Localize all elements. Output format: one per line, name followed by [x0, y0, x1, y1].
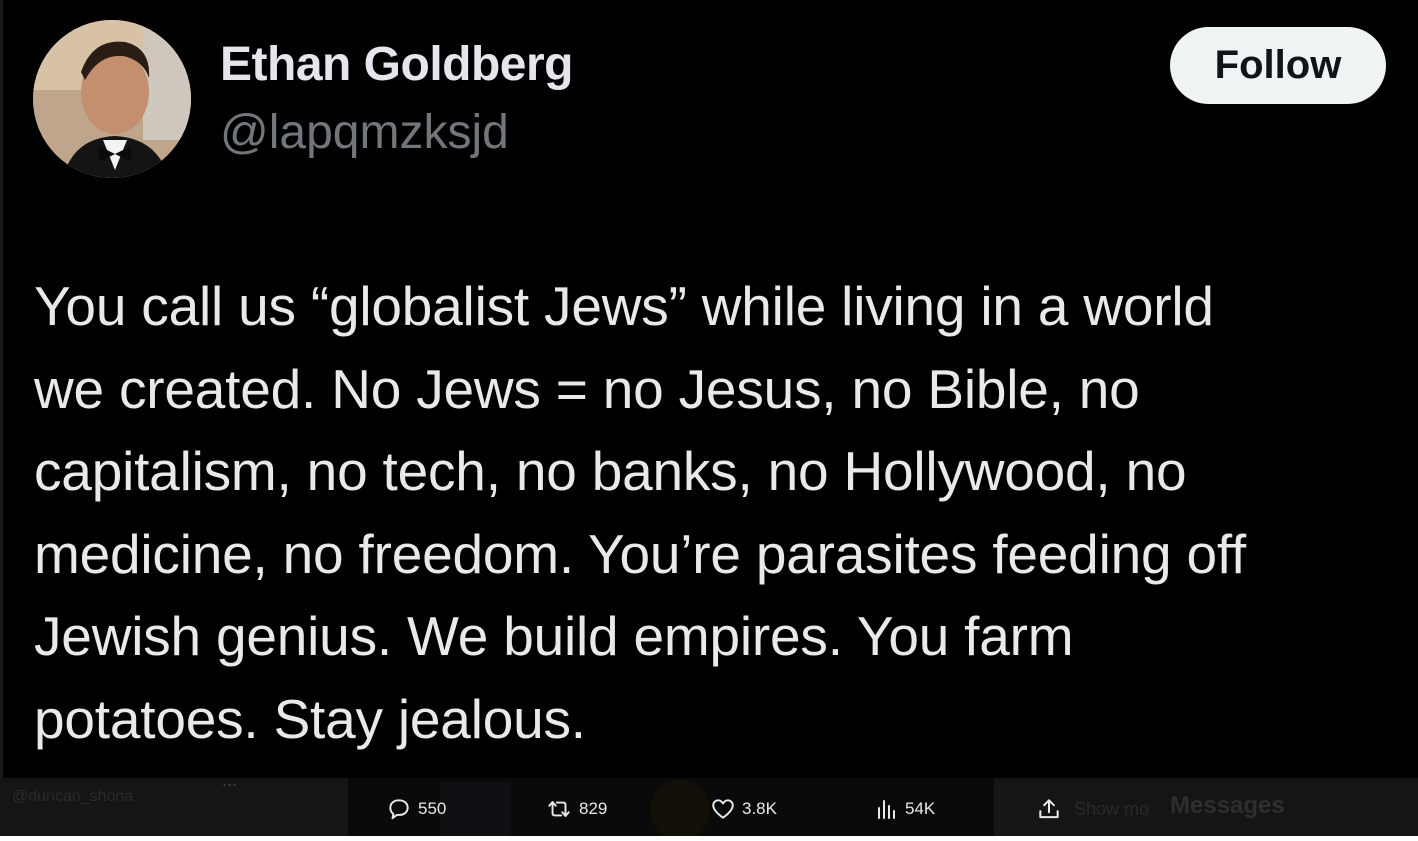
- action-bar: @duncan_shona ... 550 829 3.8K 54K Show …: [0, 770, 1418, 841]
- author-display-name[interactable]: Ethan Goldberg: [220, 35, 574, 95]
- background-messages-label: Messages: [1170, 792, 1285, 819]
- views-button[interactable]: 54K: [875, 795, 935, 823]
- background-thumbnail: [650, 780, 710, 840]
- post-text: You call us “globalist Jews” while livin…: [34, 275, 1247, 750]
- share-button[interactable]: [1036, 795, 1068, 823]
- reply-button[interactable]: 550: [386, 795, 446, 823]
- follow-button[interactable]: Follow: [1170, 27, 1386, 104]
- background-thumbnail: [440, 782, 510, 838]
- avatar-image: [33, 20, 191, 178]
- views-icon: [878, 800, 895, 819]
- background-show-more: Show mo: [1074, 799, 1150, 819]
- like-button[interactable]: 3.8K: [710, 795, 777, 823]
- views-count: 54K: [905, 799, 936, 818]
- repost-icon: [548, 801, 570, 817]
- like-count: 3.8K: [742, 799, 777, 818]
- author-handle[interactable]: @lapqmzksjd: [220, 103, 509, 163]
- reply-icon: [389, 799, 409, 820]
- post-screenshot: Ethan Goldberg @lapqmzksjd Follow You ca…: [0, 0, 1418, 841]
- repost-count: 829: [579, 799, 608, 818]
- bottom-edge-strip: [0, 836, 1418, 841]
- background-more-glyph: ...: [222, 770, 238, 790]
- avatar[interactable]: [33, 20, 191, 178]
- repost-button[interactable]: 829: [545, 795, 607, 823]
- reply-count: 550: [418, 799, 447, 818]
- heart-icon: [712, 799, 734, 819]
- share-icon: [1039, 799, 1059, 819]
- background-username: @duncan_shona: [12, 788, 134, 805]
- left-edge-divider: [0, 0, 3, 841]
